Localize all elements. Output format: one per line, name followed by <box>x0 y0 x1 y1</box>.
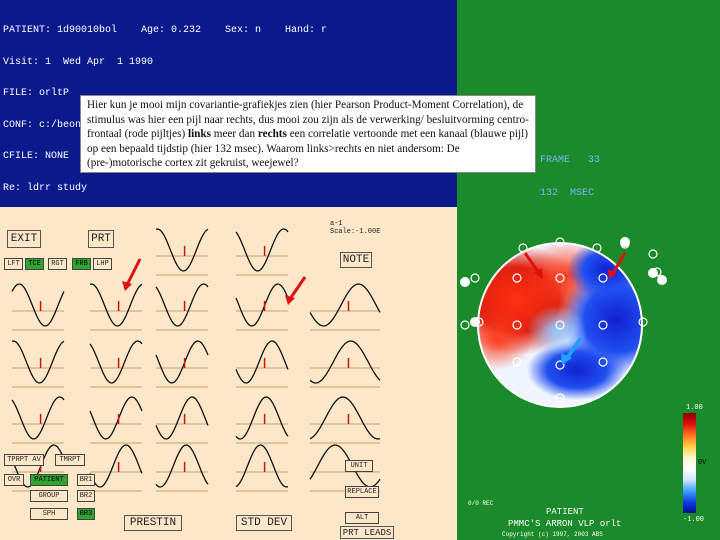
waveform-channel <box>89 396 143 444</box>
waveform-trace <box>155 396 209 440</box>
tmrpt-button[interactable]: TMRPT <box>55 454 85 466</box>
lft-button[interactable]: LFT <box>4 258 23 270</box>
waveform-channel <box>89 444 143 492</box>
waveform-trace <box>309 283 381 327</box>
group-button[interactable]: GROUP <box>30 490 68 502</box>
footer-lab: PMMC'S ARRON VLP orlt <box>508 519 622 529</box>
study-line: Re: ldrr study <box>3 182 88 194</box>
arrow-head <box>122 281 132 291</box>
waveform-trace <box>89 444 143 488</box>
colorbar <box>683 413 696 513</box>
arrow-shaft <box>125 258 142 286</box>
electrode <box>460 320 470 330</box>
frb-button[interactable]: FRB <box>72 258 91 270</box>
note-button[interactable]: NOTE <box>340 252 372 268</box>
reference-electrode <box>648 268 658 278</box>
annotation-bold-right: rechts <box>257 128 287 141</box>
prt-leads-button[interactable]: PRT LEADS <box>340 526 394 539</box>
waveform-channel <box>155 228 209 276</box>
waveform-channel <box>155 396 209 444</box>
waveform-trace <box>235 228 289 272</box>
annotation-box: Hier kun je mooi mijn covariantie-grafie… <box>80 95 536 173</box>
waveform-trace <box>309 340 381 384</box>
br1-button[interactable]: BR1 <box>77 474 95 486</box>
reference-electrode <box>620 237 630 247</box>
waveform-trace <box>155 283 209 327</box>
frame-readout: FRAME 33 132 MSEC <box>540 133 600 210</box>
waveform-channel <box>309 396 381 444</box>
waveform-trace <box>235 396 289 440</box>
waveform-trace <box>11 396 65 440</box>
arrow-shaft <box>288 276 307 300</box>
annotation-text-mid: meer dan <box>210 128 258 141</box>
electrode <box>470 273 480 283</box>
unit-button[interactable]: UNIT <box>345 460 373 472</box>
waveform-trace <box>155 340 209 384</box>
footer-copyright: Copyright (c) 1997, 2003 ABS <box>502 531 603 538</box>
patient-line: PATIENT: 1d90010bol Age: 0.232 Sex: n Ha… <box>3 25 328 36</box>
std-dev-button[interactable]: STD DEV <box>236 515 292 531</box>
waveform-grid <box>11 228 381 492</box>
annotation-bold-left: links <box>187 128 211 141</box>
colorbar-zero: 0V <box>698 459 707 467</box>
alt-button[interactable]: ALT <box>345 512 379 524</box>
frame-number: FRAME 33 <box>540 155 601 166</box>
tce-button[interactable]: TCE <box>25 258 44 270</box>
lhp-button[interactable]: LHP <box>93 258 112 270</box>
footer-tag: 0/0 REC <box>468 500 494 507</box>
waveform-channel <box>155 444 209 492</box>
reference-electrode <box>470 317 480 327</box>
waveform-channel <box>235 396 289 444</box>
waveform-channel <box>89 283 143 331</box>
patient-button[interactable]: PATIENT <box>30 474 68 486</box>
colorbar-min: -1.00 <box>683 516 705 524</box>
sph-button[interactable]: SPH <box>30 508 68 520</box>
waveform-channel <box>235 283 289 331</box>
ovr-button[interactable]: OVR <box>4 474 24 486</box>
waveform-trace <box>155 228 209 272</box>
waveform-trace <box>155 444 209 488</box>
waveform-trace <box>309 396 381 440</box>
waveform-channel <box>309 340 381 388</box>
waveform-channel <box>11 396 65 444</box>
br3-button[interactable]: BR3 <box>77 508 95 520</box>
prestin-button[interactable]: PRESTIN <box>124 515 182 531</box>
exit-button[interactable]: EXIT <box>7 230 41 248</box>
rgt-button[interactable]: RGT <box>48 258 67 270</box>
tprept-av-button[interactable]: TPRPT AV <box>4 454 44 466</box>
waveform-trace <box>89 396 143 440</box>
waveform-arrow <box>285 276 307 305</box>
colorbar-max: 1.00 <box>686 404 703 412</box>
topography-fill <box>478 243 642 407</box>
waveform-arrow <box>122 258 142 291</box>
waveform-trace <box>11 283 65 327</box>
waveform-trace <box>89 340 143 384</box>
waveform-channel <box>11 283 65 331</box>
waveform-channel <box>235 228 289 276</box>
prt-button[interactable]: PRT <box>88 230 114 248</box>
waveform-trace <box>235 444 289 488</box>
waveform-channel <box>309 283 381 331</box>
waveform-channel <box>11 340 65 388</box>
waveform-channel <box>235 340 289 388</box>
electrode <box>648 249 658 259</box>
waveform-trace <box>89 283 143 327</box>
waveform-trace <box>235 340 289 384</box>
waveform-channel <box>89 340 143 388</box>
head-map <box>460 237 667 408</box>
frame-msec: 132 MSEC <box>540 188 595 199</box>
waveform-channel <box>155 283 209 331</box>
br2-button[interactable]: BR2 <box>77 490 95 502</box>
replace-button[interactable]: REPLACE <box>345 486 379 498</box>
reference-electrode <box>460 277 470 287</box>
waveform-trace <box>235 283 289 327</box>
waveform-channel <box>155 340 209 388</box>
visit-line: Visit: 1 Wed Apr 1 1990 <box>3 56 154 68</box>
waveform-channel <box>235 444 289 492</box>
footer-patient: PATIENT <box>546 507 584 517</box>
waveform-trace <box>11 340 65 384</box>
reference-electrode <box>657 275 667 285</box>
